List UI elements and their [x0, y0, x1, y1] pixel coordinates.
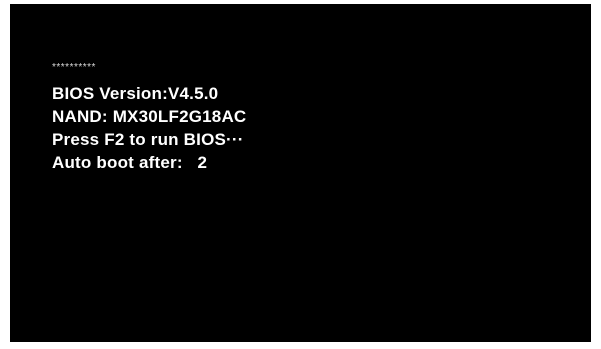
- stars-line: **********: [52, 62, 96, 73]
- bios-version-text: BIOS Version:V4.5.0: [52, 84, 219, 103]
- press-f2-prompt: Press F2 to run BIOS···: [52, 130, 244, 149]
- boot-screen: ********** BIOS Version:V4.5.0 NAND: MX3…: [10, 4, 591, 342]
- auto-boot-countdown: Auto boot after: 2: [52, 153, 208, 172]
- nand-info-text: NAND: MX30LF2G18AC: [52, 107, 247, 126]
- boot-message-block: ********** BIOS Version:V4.5.0 NAND: MX3…: [52, 62, 246, 174]
